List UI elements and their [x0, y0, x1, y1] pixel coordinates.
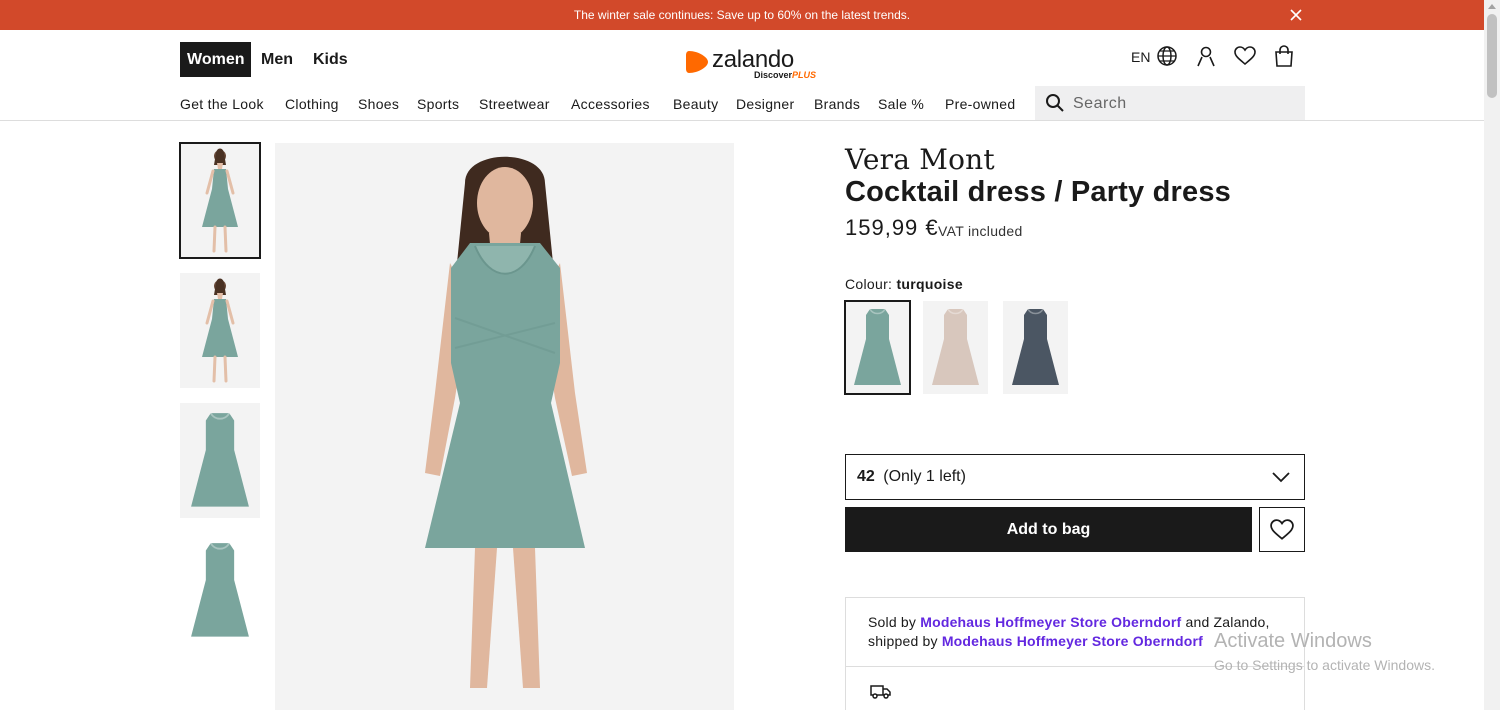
nav-brands[interactable]: Brands [814, 96, 860, 112]
dress-flat-back-image [180, 533, 260, 648]
and-zalando-text: and Zalando, [1185, 614, 1270, 630]
add-to-bag-button[interactable]: Add to bag [845, 507, 1252, 552]
colour-swatch-beige[interactable] [923, 301, 988, 394]
nav-streetwear[interactable]: Streetwear [479, 96, 550, 112]
thumbnail-front[interactable] [179, 142, 261, 259]
nav-designer[interactable]: Designer [736, 96, 794, 112]
tab-men[interactable]: Men [254, 42, 300, 77]
model-photo [425, 156, 587, 688]
dress-front-image [180, 143, 260, 258]
nav-clothing[interactable]: Clothing [285, 96, 339, 112]
vat-note: VAT included [938, 223, 1023, 239]
user-icon[interactable] [1195, 45, 1217, 67]
nav-beauty[interactable]: Beauty [673, 96, 718, 112]
nav-pre-owned[interactable]: Pre-owned [945, 96, 1015, 112]
header-divider [0, 120, 1484, 121]
wishlist-button[interactable] [1259, 507, 1305, 552]
logo-sub-discover: Discover [754, 70, 793, 80]
search-box[interactable] [1035, 86, 1305, 121]
product-title: Cocktail dress / Party dress [845, 176, 1232, 208]
size-select[interactable]: 42 (Only 1 left) [845, 454, 1305, 500]
tab-women[interactable]: Women [180, 42, 252, 77]
logo-subline: DiscoverPLUS [754, 70, 816, 80]
logo-sub-plus: PLUS [792, 70, 817, 80]
dress-flat-front-image [180, 403, 260, 518]
dark-blue-dress-image [1003, 301, 1068, 394]
colour-label-text: Colour: [845, 276, 893, 292]
search-icon [1046, 94, 1064, 112]
bag-icon[interactable] [1273, 45, 1295, 67]
truck-icon [870, 685, 891, 699]
nav-accessories[interactable]: Accessories [571, 96, 650, 112]
sold-by-label: Sold by [868, 614, 917, 630]
colour-swatch-dark-blue[interactable] [1003, 301, 1068, 394]
size-value: 42 [857, 468, 875, 485]
thumbnail-flat-front[interactable] [180, 403, 260, 518]
shipper-link[interactable]: Modehaus Hoffmeyer Store Oberndorf [942, 633, 1203, 649]
language-selector[interactable]: EN [1131, 48, 1150, 66]
windows-activation-watermark: Activate Windows Go to Settings to activ… [1214, 630, 1435, 673]
main-product-image[interactable] [275, 143, 734, 710]
thumbnail-back[interactable] [180, 273, 260, 388]
tab-kids[interactable]: Kids [306, 42, 355, 77]
thumbnail-flat-back[interactable] [180, 533, 260, 648]
nav-get-the-look[interactable]: Get the Look [180, 96, 264, 112]
close-icon[interactable] [1288, 7, 1304, 23]
search-input[interactable] [1073, 86, 1298, 121]
nav-sale[interactable]: Sale % [878, 96, 924, 112]
zalando-logo[interactable]: zalando DiscoverPLUS [686, 46, 831, 84]
size-stock-note: (Only 1 left) [883, 468, 966, 485]
colour-label: Colour: turquoise [845, 276, 963, 292]
globe-icon[interactable] [1156, 45, 1178, 67]
turquoise-dress-image [845, 301, 910, 394]
seller-link[interactable]: Modehaus Hoffmeyer Store Oberndorf [920, 614, 1181, 630]
scrollbar-thumb[interactable] [1487, 14, 1497, 98]
watermark-line1: Activate Windows [1214, 630, 1372, 652]
shipped-by-label: shipped by [868, 633, 938, 649]
heart-icon[interactable] [1234, 45, 1256, 67]
heart-icon [1270, 519, 1294, 540]
brand-name[interactable]: Vera Mont [845, 143, 995, 176]
promo-banner: The winter sale continues: Save up to 60… [0, 0, 1484, 30]
product-price: 159,99 € [845, 215, 939, 240]
nav-sports[interactable]: Sports [417, 96, 459, 112]
promo-text: The winter sale continues: Save up to 60… [573, 8, 911, 22]
zalando-flag-icon [686, 51, 708, 73]
chevron-down-icon [1272, 472, 1290, 483]
scroll-up-arrow-icon[interactable] [1488, 4, 1496, 9]
watermark-line2: Go to Settings to activate Windows. [1214, 657, 1435, 673]
nav-shoes[interactable]: Shoes [358, 96, 399, 112]
beige-dress-image [923, 301, 988, 394]
colour-swatch-turquoise[interactable] [844, 300, 911, 395]
colour-value: turquoise [896, 276, 963, 292]
dress-back-image [180, 273, 260, 388]
scrollbar[interactable] [1484, 0, 1500, 710]
